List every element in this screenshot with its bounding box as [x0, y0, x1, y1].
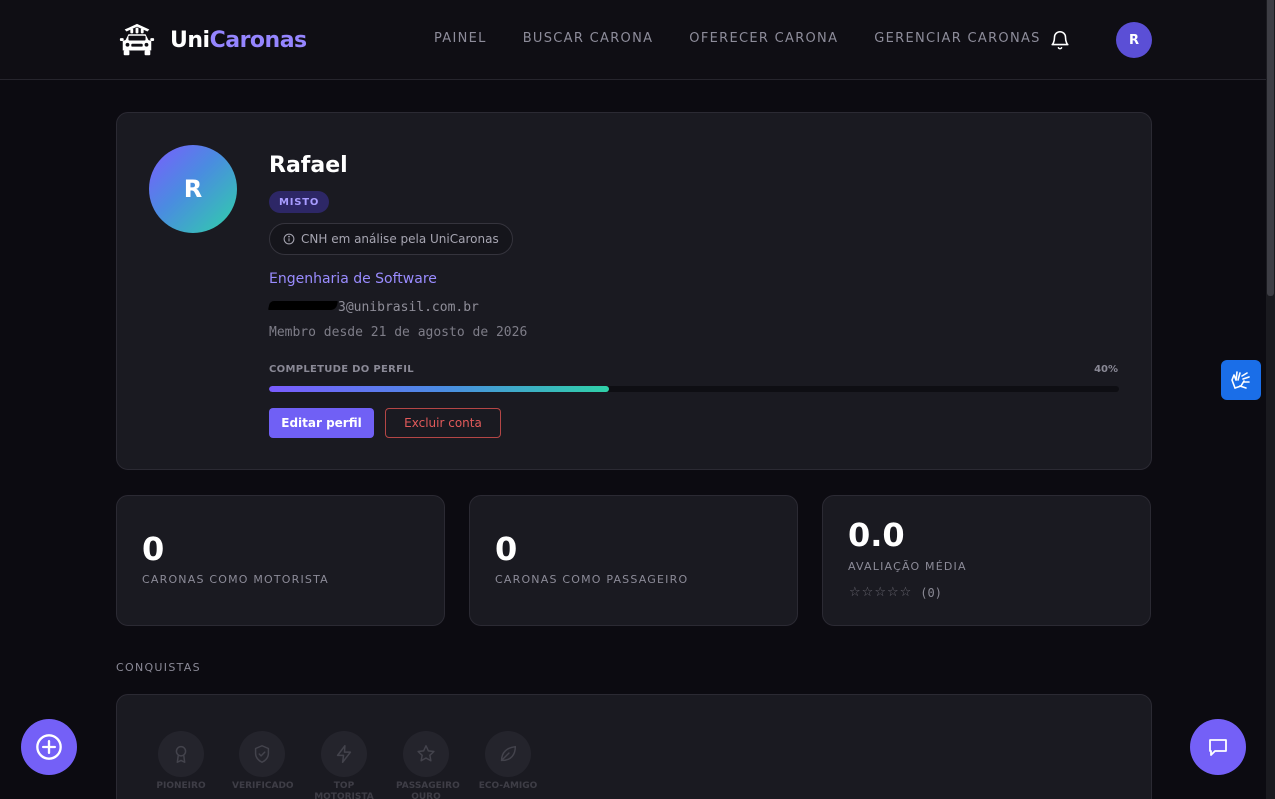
achievement-label: ECO-AMIGO	[478, 781, 538, 791]
chat-bubble-icon	[1209, 739, 1227, 756]
scrollbar-thumb[interactable]	[1267, 0, 1274, 296]
notifications-bell-icon[interactable]	[1049, 28, 1071, 52]
sign-language-hands-icon	[1231, 371, 1250, 389]
profile-card: R Rafael MISTO CNH em análise pela UniCa…	[116, 112, 1152, 470]
stat-rating-label: AVALIAÇÃO MÉDIA	[848, 560, 967, 573]
star-empty-icon: ☆	[899, 585, 912, 600]
stat-driver-rides-label: CARONAS COMO MOTORISTA	[142, 573, 329, 586]
brand-logo[interactable]: UniCaronas	[118, 20, 307, 60]
email-text: 3@unibrasil.com.br	[338, 300, 479, 315]
brand-name-part2: Caronas	[209, 27, 308, 53]
stat-driver-rides-value: 0	[142, 530, 165, 568]
nav-oferecer-carona[interactable]: OFERECER CARONA	[689, 31, 838, 46]
achievements-title: CONQUISTAS	[116, 661, 201, 674]
info-icon	[283, 233, 295, 245]
profile-name: Rafael	[269, 153, 348, 178]
rating-stars: ☆ ☆ ☆ ☆ ☆ (0)	[849, 585, 942, 600]
achievement-label: VERIFICADO	[232, 781, 294, 791]
achievements-card: PIONEIRO VERIFICADO TOP MOTORISTA PASSAG…	[116, 694, 1152, 799]
achievement-top-motorista: TOP MOTORISTA	[314, 731, 374, 799]
nav-gerenciar-caronas[interactable]: GERENCIAR CARONAS	[874, 31, 1040, 46]
achievement-passageiro-ouro: PASSAGEIRO OURO	[396, 731, 460, 799]
star-icon	[417, 745, 435, 762]
star-empty-icon: ☆	[886, 585, 899, 600]
plus-circle-icon	[36, 734, 62, 760]
email-redaction	[268, 301, 338, 310]
brand-name: UniCaronas	[170, 28, 307, 53]
stat-passenger-rides-value: 0	[495, 530, 518, 568]
email: 3@unibrasil.com.br	[268, 300, 479, 315]
role-badge: MISTO	[269, 191, 330, 213]
leaf-icon	[500, 745, 517, 762]
stat-card-driver-rides: 0 CARONAS COMO MOTORISTA	[116, 495, 445, 626]
main-nav: PAINEL BUSCAR CARONA OFERECER CARONA GER…	[434, 31, 1077, 46]
stat-card-passenger-rides: 0 CARONAS COMO PASSAGEIRO	[469, 495, 798, 626]
cnh-status-pill: CNH em análise pela UniCaronas	[269, 223, 513, 255]
cnh-status-text: CNH em análise pela UniCaronas	[301, 232, 499, 246]
rating-count: (0)	[920, 585, 942, 600]
award-icon	[175, 745, 187, 763]
star-empty-icon: ☆	[861, 585, 874, 600]
chat-fab[interactable]	[1190, 719, 1246, 775]
star-empty-icon: ☆	[849, 585, 861, 600]
stat-passenger-rides-label: CARONAS COMO PASSAGEIRO	[495, 573, 689, 586]
vlibras-accessibility-button[interactable]	[1221, 360, 1261, 400]
achievement-pioneiro: PIONEIRO	[151, 731, 211, 792]
shield-check-icon	[254, 745, 270, 763]
delete-account-button[interactable]: Excluir conta	[385, 408, 501, 438]
star-empty-icon: ☆	[874, 585, 886, 600]
completeness-label: COMPLETUDE DO PERFIL	[269, 364, 414, 375]
completeness-progress-fill	[269, 386, 609, 392]
achievement-verificado: VERIFICADO	[232, 731, 294, 792]
completeness-value: 40%	[1094, 364, 1118, 375]
add-ride-fab[interactable]	[21, 719, 77, 775]
edit-profile-button[interactable]: Editar perfil	[269, 408, 374, 438]
top-navbar: UniCaronas PAINEL BUSCAR CARONA OFERECER…	[0, 0, 1266, 80]
nav-buscar-carona[interactable]: BUSCAR CARONA	[523, 31, 654, 46]
stat-rating-value: 0.0	[848, 516, 905, 554]
lightning-icon	[336, 745, 352, 763]
profile-avatar[interactable]: R	[149, 145, 237, 233]
completeness-progress-bar	[269, 386, 1119, 392]
course-name: Engenharia de Software	[269, 271, 437, 287]
brand-name-part1: Uni	[170, 27, 210, 53]
achievement-label: PASSAGEIRO OURO	[396, 781, 460, 799]
achievement-eco-amigo: ECO-AMIGO	[478, 731, 538, 792]
achievement-label: TOP MOTORISTA	[314, 781, 374, 799]
car-logo-icon	[119, 23, 155, 56]
stat-card-rating: 0.0 AVALIAÇÃO MÉDIA ☆ ☆ ☆ ☆ ☆ (0)	[822, 495, 1151, 626]
user-avatar-menu[interactable]: R	[1116, 22, 1152, 58]
achievement-label: PIONEIRO	[156, 781, 206, 791]
nav-painel[interactable]: PAINEL	[434, 31, 487, 46]
member-since: Membro desde 21 de agosto de 2026	[269, 325, 528, 340]
